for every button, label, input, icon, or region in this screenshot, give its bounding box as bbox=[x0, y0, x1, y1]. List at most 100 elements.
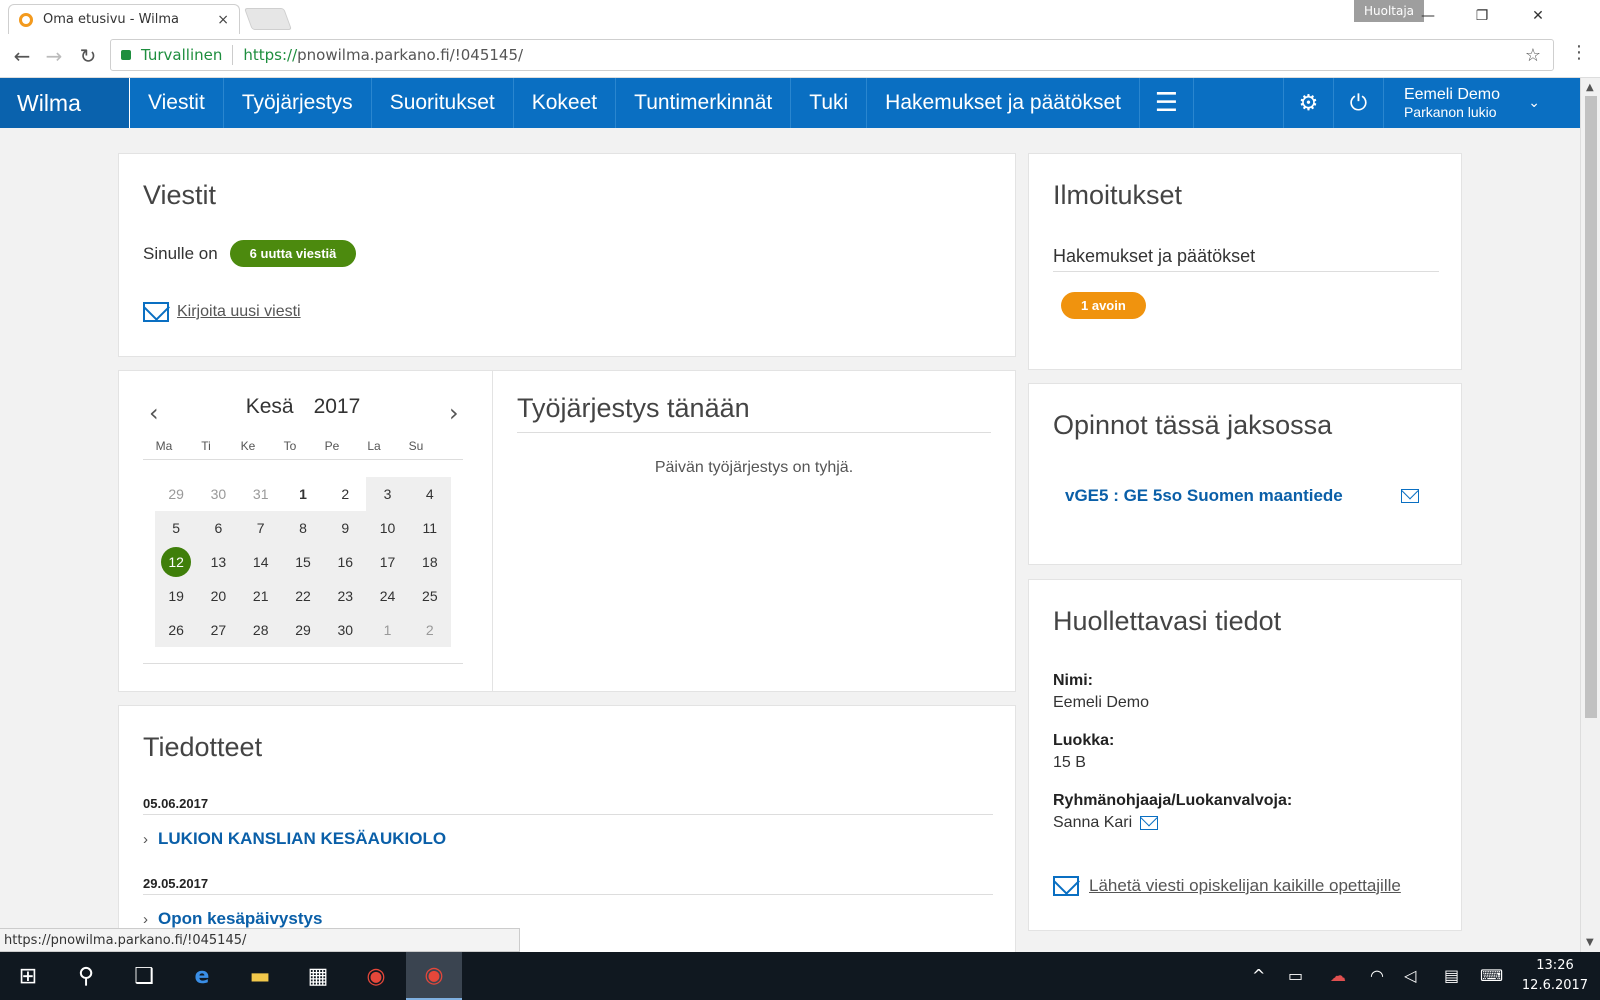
new-tab-button[interactable] bbox=[243, 8, 293, 30]
bookmark-star-icon[interactable]: ☆ bbox=[1525, 45, 1541, 66]
nav-suoritukset[interactable]: Suoritukset bbox=[372, 78, 514, 128]
calendar-day[interactable]: 20 bbox=[197, 588, 239, 604]
calendar-day[interactable]: 4 bbox=[408, 477, 451, 511]
chrome-icon[interactable]: ◉ bbox=[348, 952, 404, 1000]
chrome-active-icon[interactable]: ◉ bbox=[406, 952, 462, 1000]
windows-start-icon[interactable]: ⊞ bbox=[0, 952, 56, 1000]
calendar-day[interactable]: 24 bbox=[366, 588, 408, 604]
tab-close-icon[interactable]: × bbox=[217, 12, 229, 28]
nav-viestit[interactable]: Viestit bbox=[130, 78, 224, 128]
nav-tuntimerkinnat[interactable]: Tuntimerkinnät bbox=[616, 78, 792, 128]
calendar-day-today[interactable]: 12 bbox=[155, 547, 197, 577]
window-close-button[interactable]: ✕ bbox=[1518, 4, 1558, 28]
user-settings-icon[interactable]: ⚙ bbox=[1284, 78, 1334, 128]
scroll-down-icon[interactable]: ▼ bbox=[1586, 937, 1594, 948]
messages-summary: Sinulle on 6 uutta viestiä bbox=[143, 240, 357, 267]
calendar-day[interactable]: 22 bbox=[282, 588, 324, 604]
calendar-day[interactable]: 29 bbox=[155, 486, 197, 502]
secure-label: Turvallinen bbox=[141, 46, 223, 64]
calendar-day[interactable]: 11 bbox=[409, 520, 451, 536]
write-message-link[interactable]: Kirjoita uusi viesti bbox=[177, 303, 301, 321]
reload-icon[interactable]: ↻ bbox=[74, 42, 102, 70]
store-icon[interactable]: ▦ bbox=[290, 952, 346, 1000]
search-icon[interactable]: ⚲ bbox=[58, 952, 114, 1000]
calendar-day[interactable]: 19 bbox=[155, 588, 197, 604]
browser-tab[interactable]: Oma etusivu - Wilma × bbox=[8, 4, 240, 34]
battery-icon[interactable]: ▭ bbox=[1288, 966, 1303, 985]
calendar-day[interactable]: 27 bbox=[197, 622, 239, 638]
minimize-button[interactable]: — bbox=[1408, 4, 1448, 28]
calendar-day[interactable]: 3 bbox=[366, 477, 409, 511]
calendar-day[interactable]: 2 bbox=[324, 486, 366, 502]
volume-icon[interactable]: ◁ bbox=[1404, 966, 1416, 985]
calendar-day[interactable]: 21 bbox=[240, 588, 282, 604]
power-icon[interactable]: ⏻ bbox=[1334, 78, 1384, 128]
calendar-day[interactable]: 26 bbox=[155, 622, 197, 638]
calendar-day[interactable]: 30 bbox=[197, 486, 239, 502]
calendar-day[interactable]: 5 bbox=[155, 520, 197, 536]
keyboard-icon[interactable]: ⌨ bbox=[1480, 966, 1503, 985]
scroll-up-icon[interactable]: ▲ bbox=[1586, 82, 1594, 93]
bulletin-link[interactable]: LUKION KANSLIAN KESÄAUKIOLO bbox=[158, 829, 446, 848]
file-explorer-icon[interactable]: ▬ bbox=[232, 952, 288, 1000]
hamburger-menu-icon[interactable]: ☰ bbox=[1140, 78, 1194, 128]
edge-icon[interactable]: e bbox=[174, 952, 230, 1000]
calendar-day[interactable]: 15 bbox=[282, 554, 324, 570]
send-all-row[interactable]: Lähetä viesti opiskelijan kaikille opett… bbox=[1053, 876, 1401, 896]
course-link[interactable]: vGE5 : GE 5so Suomen maantiede bbox=[1065, 486, 1343, 506]
calendar-day[interactable]: 16 bbox=[324, 554, 366, 570]
calendar-day[interactable]: 9 bbox=[324, 520, 366, 536]
browser-menu-icon[interactable]: ⋮ bbox=[1570, 42, 1588, 63]
address-bar[interactable]: Turvallinen https:// pnowilma.parkano.fi… bbox=[110, 39, 1554, 71]
calendar-day[interactable]: 14 bbox=[240, 554, 282, 570]
calendar-month: Kesä bbox=[245, 395, 294, 418]
calendar-day[interactable]: 17 bbox=[366, 554, 408, 570]
calendar-day[interactable]: 8 bbox=[282, 520, 324, 536]
nav-tuki[interactable]: Tuki bbox=[791, 78, 868, 128]
calendar-day[interactable]: 28 bbox=[240, 622, 282, 638]
nav-tyojarjestys[interactable]: Työjärjestys bbox=[224, 78, 372, 128]
vertical-scrollbar[interactable]: ▲ ▼ bbox=[1580, 78, 1600, 952]
calendar-day[interactable]: 10 bbox=[366, 520, 408, 536]
open-applications-badge[interactable]: 1 avoin bbox=[1061, 292, 1146, 319]
write-message-row[interactable]: Kirjoita uusi viesti bbox=[143, 302, 301, 322]
calendar-day[interactable]: 6 bbox=[197, 520, 239, 536]
calendar-day[interactable]: 1 bbox=[366, 622, 408, 638]
calendar-next-icon[interactable]: › bbox=[449, 399, 459, 427]
tray-expand-icon[interactable]: ^ bbox=[1252, 966, 1265, 985]
taskbar-clock[interactable]: 13:26 12.6.2017 bbox=[1512, 956, 1598, 996]
calendar-day[interactable]: 1 bbox=[282, 486, 324, 502]
calendar-day[interactable]: 23 bbox=[324, 588, 366, 604]
browser-titlebar: Oma etusivu - Wilma × Huoltaja — ❐ ✕ bbox=[0, 0, 1600, 34]
calendar-day[interactable]: 18 bbox=[409, 554, 451, 570]
envelope-icon[interactable] bbox=[1401, 489, 1419, 503]
bulletin-link-row[interactable]: › LUKION KANSLIAN KESÄAUKIOLO bbox=[143, 829, 993, 849]
new-messages-badge[interactable]: 6 uutta viestiä bbox=[229, 240, 357, 267]
calendar-day[interactable]: 13 bbox=[197, 554, 239, 570]
restore-button[interactable]: ❐ bbox=[1462, 4, 1502, 28]
calendar-day[interactable]: 29 bbox=[282, 622, 324, 638]
forward-arrow-icon[interactable]: → bbox=[40, 42, 68, 70]
calendar-day[interactable]: 7 bbox=[240, 520, 282, 536]
scrollbar-thumb[interactable] bbox=[1585, 96, 1597, 718]
wifi-icon[interactable]: ◠ bbox=[1370, 966, 1384, 985]
bulletin-link-row[interactable]: › Opon kesäpäivystys bbox=[143, 909, 993, 929]
calendar-panel: ‹ Kesä 2017 › Ma Ti Ke To Pe La Su 29 30… bbox=[118, 370, 493, 692]
calendar-day[interactable]: 25 bbox=[409, 588, 451, 604]
nav-hakemukset[interactable]: Hakemukset ja päätökset bbox=[867, 78, 1140, 128]
calendar-day[interactable]: 30 bbox=[324, 622, 366, 638]
notifications-icon[interactable]: ▤ bbox=[1444, 966, 1459, 985]
calendar-day[interactable]: 2 bbox=[409, 622, 451, 638]
onedrive-icon[interactable]: ☁ bbox=[1330, 966, 1346, 985]
nav-kokeet[interactable]: Kokeet bbox=[514, 78, 617, 128]
back-arrow-icon[interactable]: ← bbox=[8, 42, 36, 70]
send-all-link[interactable]: Lähetä viesti opiskelijan kaikille opett… bbox=[1089, 876, 1401, 896]
user-menu[interactable]: Eemeli Demo Parkanon lukio ⌄ bbox=[1384, 78, 1554, 128]
task-view-icon[interactable]: ❑ bbox=[116, 952, 172, 1000]
calendar-weekdays: Ma Ti Ke To Pe La Su bbox=[143, 439, 463, 460]
bulletin-link[interactable]: Opon kesäpäivystys bbox=[158, 909, 322, 928]
calendar-day[interactable]: 31 bbox=[240, 486, 282, 502]
envelope-icon[interactable] bbox=[1140, 816, 1159, 830]
notices-panel: Ilmoitukset Hakemukset ja päätökset 1 av… bbox=[1028, 153, 1462, 370]
wilma-logo[interactable]: Wilma bbox=[0, 78, 130, 128]
